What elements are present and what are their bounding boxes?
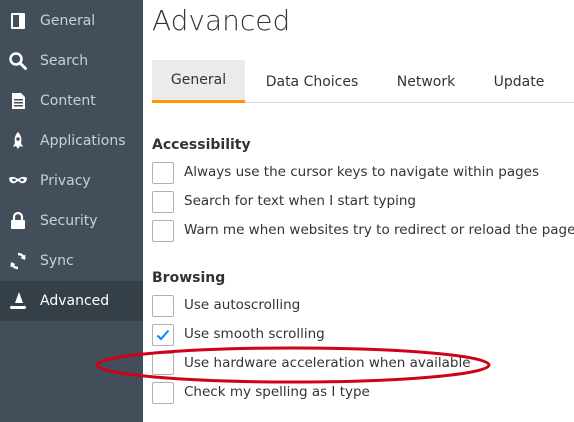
autoscrolling-checkbox[interactable] [152,295,174,317]
option-autoscrolling[interactable]: Use autoscrolling [152,295,572,319]
advanced-wizard-icon [8,291,28,311]
sidebar-item-label: Advanced [40,293,110,309]
sidebar-item-sync[interactable]: Sync [0,241,143,281]
checkbox-label: Warn me when websites try to redirect or… [184,222,574,238]
browsing-heading: Browsing [152,270,226,286]
spell-check-checkbox[interactable] [152,382,174,404]
checkbox-label: Always use the cursor keys to navigate w… [184,164,540,180]
sidebar-item-label: Sync [40,253,74,269]
sidebar-item-privacy[interactable]: Privacy [0,161,143,201]
checkmark-icon [156,329,170,341]
option-cursor-keys[interactable]: Always use the cursor keys to navigate w… [152,162,572,186]
sidebar-item-security[interactable]: Security [0,201,143,241]
annotation-ellipse [95,346,491,384]
checkbox-label: Search for text when I start typing [184,193,416,209]
warn-redirect-checkbox[interactable] [152,220,174,242]
general-icon [8,11,28,31]
sidebar-item-advanced[interactable]: Advanced [0,281,143,321]
tab-general[interactable]: General [152,60,245,103]
option-warn-redirect[interactable]: Warn me when websites try to redirect or… [152,220,574,244]
search-typing-checkbox[interactable] [152,191,174,213]
sidebar-item-label: Content [40,93,96,109]
cursor-keys-checkbox[interactable] [152,162,174,184]
content-icon [8,91,28,111]
tab-data-choices[interactable]: Data Choices [252,60,372,103]
sidebar-item-label: Privacy [40,173,91,189]
privacy-mask-icon [8,171,28,191]
accessibility-heading: Accessibility [152,137,251,153]
checkbox-label: Check my spelling as I type [184,384,370,400]
checkbox-label: Use autoscrolling [184,297,301,313]
tab-network[interactable]: Network [380,60,472,103]
sidebar-item-label: Applications [40,133,126,149]
checkbox-label: Use smooth scrolling [184,326,325,342]
sidebar-item-search[interactable]: Search [0,41,143,81]
sidebar-item-content[interactable]: Content [0,81,143,121]
sidebar-item-general[interactable]: General [0,1,143,41]
tab-update[interactable]: Update [474,60,564,103]
security-lock-icon [8,211,28,231]
sidebar-item-applications[interactable]: Applications [0,121,143,161]
sidebar-item-label: Search [40,53,89,69]
tab-bar: General Data Choices Network Update [152,60,574,103]
smooth-scrolling-checkbox[interactable] [152,324,174,346]
search-icon [8,51,28,71]
sync-icon [8,251,28,271]
option-spell-check[interactable]: Check my spelling as I type [152,382,572,406]
page-title: Advanced [152,4,291,37]
sidebar-item-label: General [40,13,96,29]
option-search-text[interactable]: Search for text when I start typing [152,191,572,215]
sidebar-item-label: Security [40,213,98,229]
applications-icon [8,131,28,151]
